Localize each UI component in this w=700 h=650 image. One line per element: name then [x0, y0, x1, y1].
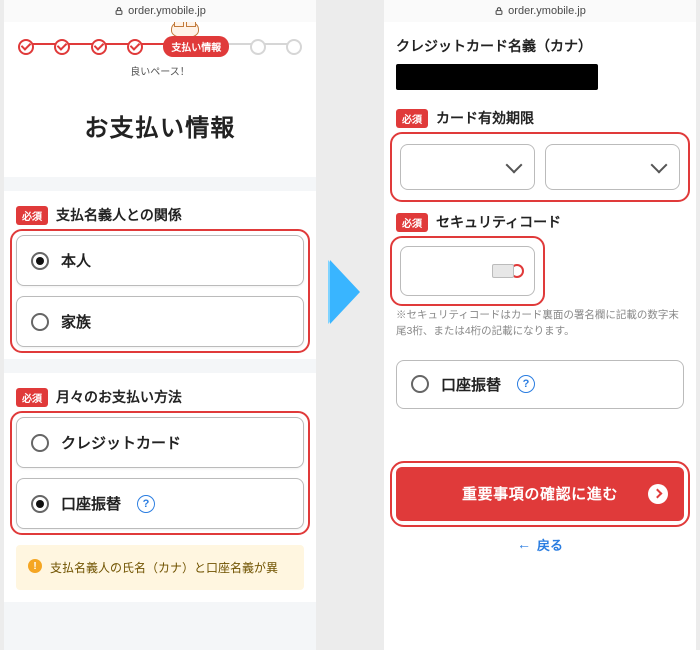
- arrow-right-icon: [648, 484, 668, 504]
- radio-selected-icon: [31, 252, 49, 270]
- progress-stepper: 支払い情報 良いペース！: [4, 22, 316, 86]
- step-dot: [286, 39, 302, 55]
- method-section: 必須 月々のお支払い方法 クレジットカード 口座振替 ? ! 支払名義人の氏名（…: [4, 373, 316, 602]
- lock-icon: [114, 6, 124, 16]
- cta-highlight: 重要事項の確認に進む: [396, 467, 684, 521]
- right-content: クレジットカード名義（カナ） 必須 カード有効期限 必須 セキュリティコード: [384, 22, 696, 650]
- option-label: 家族: [61, 311, 91, 332]
- step-dot: [54, 39, 70, 55]
- transition-arrow-icon: [330, 260, 360, 324]
- relation-options-highlight: 本人 家族: [16, 235, 304, 347]
- chevron-down-icon: [651, 157, 668, 174]
- hint-banner: ! 支払名義人の氏名（カナ）と口座名義が異: [16, 545, 304, 590]
- page-title-block: お支払い情報: [4, 86, 316, 177]
- back-link[interactable]: ← 戻る: [396, 535, 684, 554]
- hint-text: 支払名義人の氏名（カナ）と口座名義が異: [50, 559, 278, 576]
- cta-label: 重要事項の確認に進む: [462, 483, 618, 504]
- required-badge: 必須: [396, 109, 428, 128]
- option-label: 本人: [61, 250, 91, 271]
- step-dot: [127, 39, 143, 55]
- security-code-input[interactable]: [400, 246, 535, 296]
- left-screen: order.ymobile.jp 支払い情報 良いペース！ お支払い情報 必須 …: [4, 0, 316, 650]
- required-badge: 必須: [16, 388, 48, 407]
- expiry-highlight: [396, 138, 684, 196]
- help-icon[interactable]: ?: [517, 375, 535, 393]
- method-option-bank[interactable]: 口座振替 ?: [396, 360, 684, 409]
- relation-option-family[interactable]: 家族: [16, 296, 304, 347]
- arrow-left-icon: ←: [517, 536, 531, 552]
- lock-icon: [494, 6, 504, 16]
- right-screen: order.ymobile.jp クレジットカード名義（カナ） 必須 カード有効…: [384, 0, 696, 650]
- option-label: 口座振替: [441, 374, 501, 395]
- card-name-label: クレジットカード名義（カナ）: [396, 36, 684, 56]
- radio-selected-icon: [31, 495, 49, 513]
- card-back-icon: [492, 264, 514, 278]
- security-code-highlight: [396, 242, 539, 300]
- url-bar: order.ymobile.jp: [384, 0, 696, 22]
- relation-title: 支払名義人との関係: [56, 205, 182, 225]
- expiry-month-select[interactable]: [400, 144, 535, 190]
- pace-text: 良いペース！: [14, 63, 306, 78]
- step-dot: [91, 39, 107, 55]
- method-option-bank[interactable]: 口座振替 ?: [16, 478, 304, 529]
- radio-icon: [31, 313, 49, 331]
- security-code-label: セキュリティコード: [436, 212, 561, 232]
- warning-icon: !: [28, 559, 42, 573]
- page-title: お支払い情報: [4, 108, 316, 143]
- relation-section: 必須 支払名義人との関係 本人 家族: [4, 191, 316, 359]
- security-code-note: ※セキュリティコードはカード裏面の署名欄に記載の数字末尾3桁、または4桁の記載に…: [396, 308, 684, 340]
- step-dot: [18, 39, 34, 55]
- method-title: 月々のお支払い方法: [56, 387, 182, 407]
- chevron-down-icon: [506, 157, 523, 174]
- url-text: order.ymobile.jp: [508, 5, 586, 17]
- required-badge: 必須: [396, 213, 428, 232]
- step-dot: [250, 39, 266, 55]
- url-bar: order.ymobile.jp: [4, 0, 316, 22]
- redacted-name: [396, 64, 598, 90]
- expiry-year-select[interactable]: [545, 144, 680, 190]
- url-text: order.ymobile.jp: [128, 5, 206, 17]
- required-badge: 必須: [16, 206, 48, 225]
- method-options-highlight: クレジットカード 口座振替 ?: [16, 417, 304, 529]
- option-label: クレジットカード: [61, 432, 181, 453]
- method-option-credit[interactable]: クレジットカード: [16, 417, 304, 468]
- radio-icon: [31, 434, 49, 452]
- proceed-button[interactable]: 重要事項の確認に進む: [396, 467, 684, 521]
- relation-option-self[interactable]: 本人: [16, 235, 304, 286]
- option-label: 口座振替: [61, 493, 121, 514]
- radio-icon: [411, 375, 429, 393]
- left-content: 支払い情報 良いペース！ お支払い情報 必須 支払名義人との関係 本人: [4, 22, 316, 650]
- step-current-pill: 支払い情報: [163, 36, 229, 57]
- expiry-label: カード有効期限: [436, 108, 534, 128]
- help-icon[interactable]: ?: [137, 495, 155, 513]
- back-label: 戻る: [537, 535, 563, 554]
